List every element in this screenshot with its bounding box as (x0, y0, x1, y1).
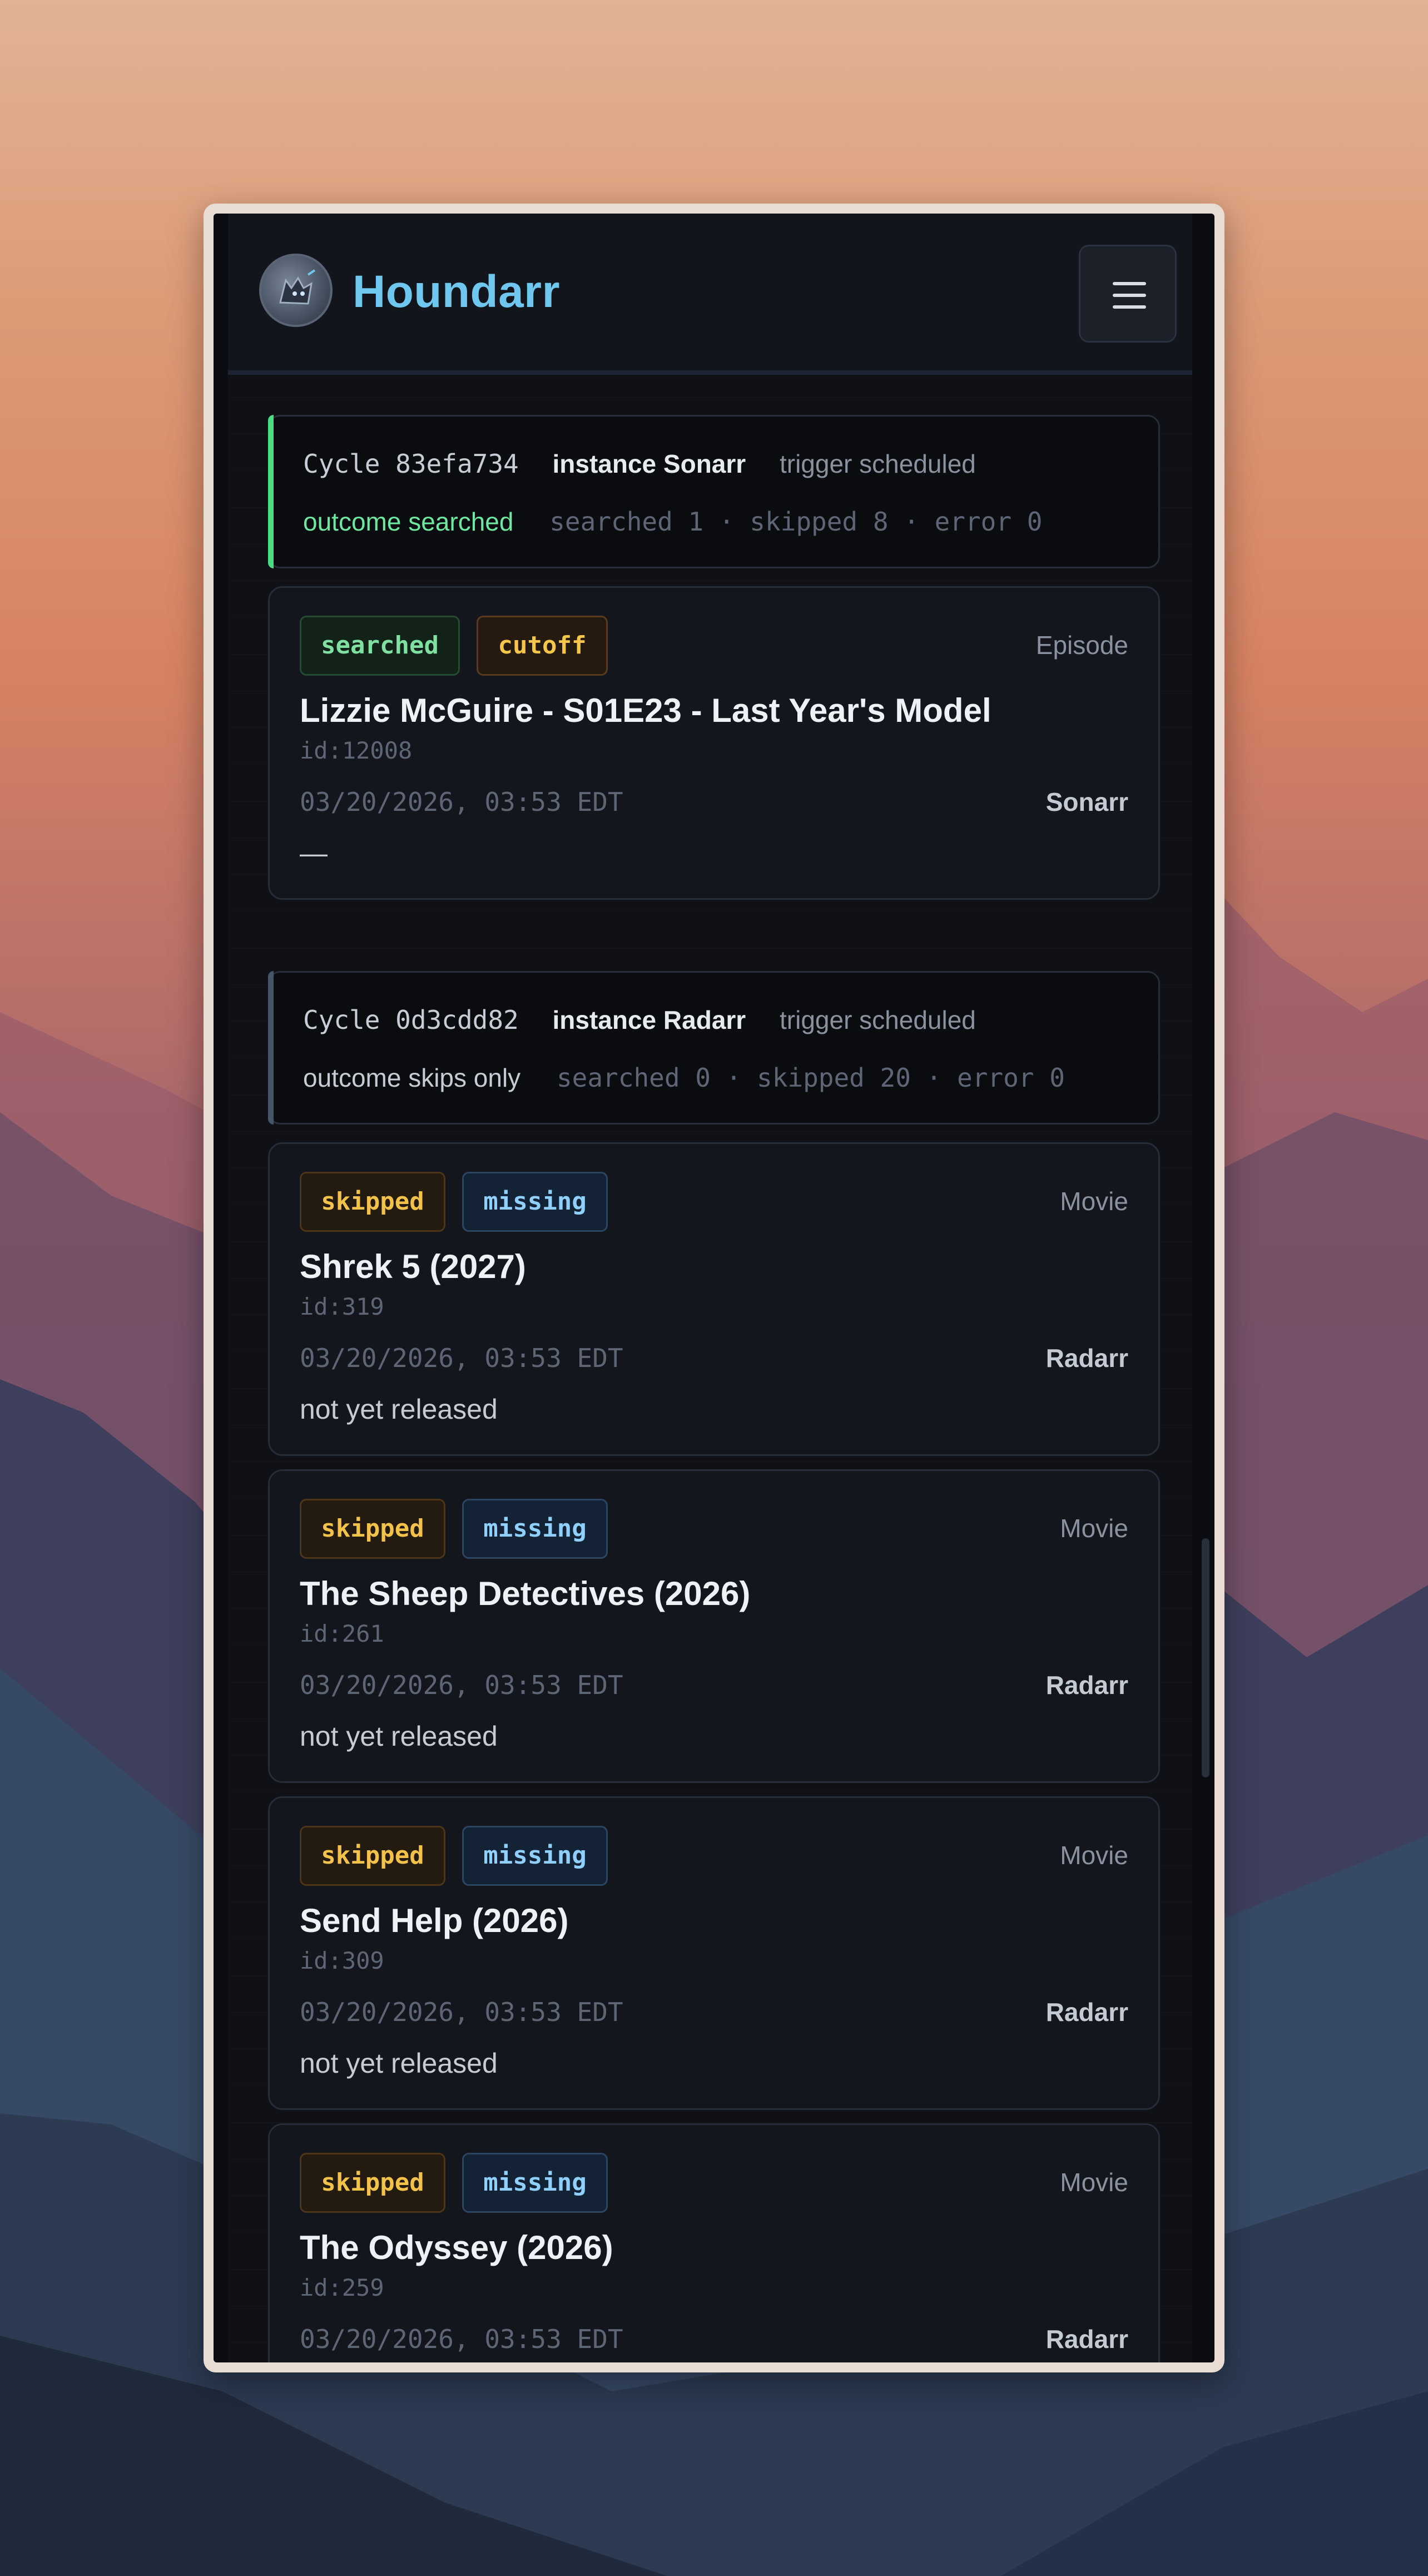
item-kind: Episode (1035, 631, 1128, 660)
cycle-header: Cycle 0d3cdd82 instance Radarr trigger s… (268, 971, 1160, 1124)
item-title: The Odyssey (2026) (300, 2229, 613, 2266)
cycle-outcome: outcome skips only (303, 1063, 521, 1092)
cycle-header: Cycle 83efa734 instance Sonarr trigger s… (268, 415, 1160, 568)
item-title: Lizzie McGuire - S01E23 - Last Year's Mo… (300, 692, 991, 729)
houndarr-logo[interactable] (259, 254, 333, 327)
item-instance: Radarr (1045, 1998, 1128, 2027)
app-screen: Houndarr Cycle 83efa734 instance Sonarr … (214, 214, 1214, 2362)
cycle-instance: instance Sonarr (552, 449, 746, 478)
item-reason: — (300, 838, 328, 869)
status-badge: skipped (300, 1499, 445, 1559)
status-badge: skipped (300, 1826, 445, 1886)
cycle-trigger: trigger scheduled (779, 449, 976, 478)
status-badge: skipped (300, 1172, 445, 1232)
item-kind: Movie (1060, 1514, 1128, 1543)
app-title[interactable]: Houndarr (353, 266, 560, 318)
cycle-trigger: trigger scheduled (780, 1005, 976, 1034)
reason-badge: missing (462, 1172, 608, 1232)
item-timestamp: 03/20/2026, 03:53 EDT (300, 1997, 623, 2027)
item-reason: not yet released (300, 2048, 498, 2079)
cycle-stats: searched 0 · skipped 20 · error 0 (556, 1063, 1065, 1093)
item-title: The Sheep Detectives (2026) (300, 1575, 751, 1612)
app-content: Houndarr Cycle 83efa734 instance Sonarr … (228, 214, 1192, 2362)
scrollbar-thumb[interactable] (1202, 1538, 1209, 1777)
status-badge: skipped (300, 2153, 445, 2213)
cycle-accent-bar (268, 415, 274, 568)
item-timestamp: 03/20/2026, 03:53 EDT (300, 1343, 623, 1373)
cycle-id: Cycle 83efa734 (303, 449, 519, 479)
item-id: id:309 (300, 1947, 384, 1974)
item-timestamp: 03/20/2026, 03:53 EDT (300, 2324, 623, 2354)
item-timestamp: 03/20/2026, 03:53 EDT (300, 1670, 623, 1700)
app-header: Houndarr (228, 214, 1192, 375)
cycle-instance: instance Radarr (552, 1005, 746, 1034)
item-kind: Movie (1060, 1841, 1128, 1870)
log-entry-card[interactable]: skipped missing Movie The Sheep Detectiv… (268, 1469, 1160, 1783)
reason-badge: missing (462, 1826, 608, 1886)
reason-badge: missing (462, 2153, 608, 2213)
status-badge: searched (300, 616, 460, 676)
menu-button[interactable] (1079, 245, 1177, 343)
item-timestamp: 03/20/2026, 03:53 EDT (300, 787, 623, 817)
item-id: id:259 (300, 2274, 384, 2301)
wolf-icon (279, 269, 316, 305)
item-kind: Movie (1060, 1187, 1128, 1216)
item-instance: Sonarr (1045, 787, 1128, 816)
log-entry-card[interactable]: skipped missing Movie Shrek 5 (2027) id:… (268, 1142, 1160, 1456)
item-id: id:261 (300, 1620, 384, 1647)
reason-badge: cutoff (477, 616, 608, 676)
cycle-id: Cycle 0d3cdd82 (303, 1005, 519, 1035)
item-instance: Radarr (1045, 1344, 1128, 1373)
item-kind: Movie (1060, 2168, 1128, 2197)
log-entry-card[interactable]: skipped missing Movie Send Help (2026) i… (268, 1796, 1160, 2110)
item-reason: not yet released (300, 1394, 498, 1425)
log-entry-card[interactable]: skipped missing Movie The Odyssey (2026)… (268, 2123, 1160, 2362)
item-instance: Radarr (1045, 2325, 1128, 2354)
cycle-outcome: outcome searched (303, 507, 514, 536)
cycle-stats: searched 1 · skipped 8 · error 0 (549, 507, 1043, 537)
item-reason: not yet released (300, 1721, 498, 1752)
cycle-accent-bar (268, 971, 274, 1124)
item-id: id:319 (300, 1293, 384, 1320)
item-title: Send Help (2026) (300, 1902, 569, 1939)
reason-badge: missing (462, 1499, 608, 1559)
item-title: Shrek 5 (2027) (300, 1248, 526, 1285)
item-id: id:12008 (300, 737, 413, 764)
log-entry-card[interactable]: searched cutoff Episode Lizzie McGuire -… (268, 586, 1160, 900)
item-instance: Radarr (1045, 1671, 1128, 1700)
